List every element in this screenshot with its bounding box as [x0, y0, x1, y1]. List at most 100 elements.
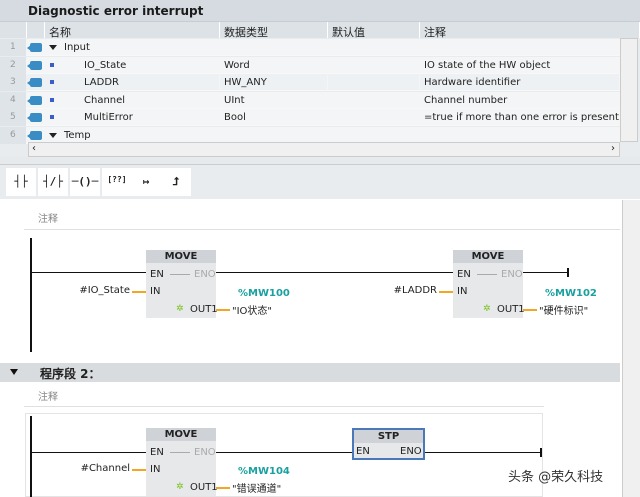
editor-scrollbar[interactable] — [622, 200, 640, 497]
default-cell[interactable] — [328, 109, 420, 127]
header-comment[interactable]: 注释 — [420, 22, 640, 39]
block-title: STP — [354, 430, 423, 443]
stp-block[interactable]: STP EN ENO — [352, 428, 425, 460]
name-cell[interactable]: Input — [60, 39, 220, 56]
in-variable[interactable]: #IO_State — [79, 285, 130, 296]
rung-end — [540, 448, 542, 457]
out-symbol[interactable]: "IO状态" — [232, 302, 272, 317]
input-param-icon — [27, 78, 42, 88]
row-number: 3 — [0, 74, 26, 92]
in-variable[interactable]: #LADDR — [394, 285, 437, 296]
power-rail — [30, 416, 32, 497]
type-cell[interactable] — [220, 39, 328, 56]
name-cell[interactable]: MultiError — [80, 109, 220, 127]
table-row[interactable]: 2 IO_State Word IO state of the HW objec… — [0, 56, 620, 74]
table-vertical-scrollbar[interactable] — [620, 38, 638, 142]
coil-button[interactable]: ─()─ — [70, 168, 100, 196]
out-symbol[interactable]: "硬件标识" — [539, 302, 588, 317]
network-2-header[interactable]: 程序段 2： — [0, 363, 620, 382]
en-eno-link — [477, 274, 497, 275]
eno-pin[interactable]: ENO — [501, 269, 523, 280]
default-cell[interactable] — [328, 74, 420, 92]
input-param-icon — [27, 60, 42, 70]
out-pin[interactable]: OUT1 — [190, 304, 218, 315]
default-cell[interactable] — [328, 39, 420, 56]
en-pin[interactable]: EN — [457, 269, 471, 280]
out-wire — [523, 309, 537, 311]
name-cell[interactable]: IO_State — [80, 56, 220, 74]
name-cell[interactable]: LADDR — [80, 74, 220, 92]
comment-cell[interactable]: Hardware identifier — [420, 74, 620, 92]
header-icon — [27, 22, 45, 38]
collapse-triangle-icon[interactable] — [10, 369, 18, 375]
table-row[interactable]: 3 LADDR HW_ANY Hardware identifier — [0, 74, 620, 92]
in-variable[interactable]: #Channel — [81, 463, 130, 474]
out-symbol[interactable]: "错误通道" — [232, 480, 281, 495]
rung — [216, 452, 352, 453]
pane-splitter[interactable] — [0, 157, 640, 165]
divider — [24, 406, 544, 407]
normally-open-contact-button[interactable]: ┤├ — [6, 168, 36, 196]
move-block[interactable]: MOVE EN ENO IN ✲ OUT1 — [146, 428, 218, 496]
comment-cell[interactable] — [420, 39, 620, 56]
header-default[interactable]: 默认值 — [328, 22, 420, 39]
eno-pin[interactable]: ENO — [194, 447, 216, 458]
network-1-comment[interactable]: 注释 — [38, 210, 58, 225]
eno-pin[interactable]: ENO — [400, 446, 422, 457]
table-row[interactable]: 5 MultiError Bool =true if more than one… — [0, 109, 620, 127]
table-row[interactable]: 4 Channel UInt Channel number — [0, 91, 620, 109]
header-name[interactable]: 名称 — [45, 22, 220, 39]
rung — [425, 452, 541, 453]
type-cell[interactable]: UInt — [220, 91, 328, 109]
output-marker-icon: ✲ — [176, 304, 184, 314]
eno-pin[interactable]: ENO — [194, 269, 216, 280]
param-marker-icon — [50, 97, 54, 102]
network-2-title: 程序段 2： — [40, 367, 101, 381]
expand-triangle-icon[interactable] — [49, 133, 57, 138]
param-marker-icon — [50, 80, 54, 85]
expand-triangle-icon[interactable] — [49, 45, 57, 50]
in-pin[interactable]: IN — [150, 286, 160, 297]
out-pin[interactable]: OUT1 — [190, 482, 218, 493]
move-block[interactable]: MOVE EN ENO IN ✲ OUT1 — [146, 250, 218, 318]
type-cell[interactable]: Word — [220, 56, 328, 74]
table-row[interactable]: 1 Input — [0, 39, 620, 56]
rung-end — [567, 268, 569, 277]
comment-cell[interactable]: Channel number — [420, 91, 620, 109]
type-cell[interactable]: HW_ANY — [220, 74, 328, 92]
empty-box-button[interactable]: [??] — [102, 168, 132, 196]
in-pin[interactable]: IN — [150, 464, 160, 475]
power-rail — [30, 238, 32, 352]
out-pin[interactable]: OUT1 — [497, 304, 525, 315]
close-branch-button[interactable]: ⮥ — [161, 168, 191, 196]
output-marker-icon: ✲ — [176, 482, 184, 492]
en-eno-link — [170, 452, 190, 453]
out-address[interactable]: %MW104 — [238, 466, 290, 477]
name-cell[interactable]: Channel — [80, 91, 220, 109]
row-number: 5 — [0, 109, 26, 127]
comment-cell[interactable]: IO state of the HW object — [420, 56, 620, 74]
default-cell[interactable] — [328, 56, 420, 74]
en-pin[interactable]: EN — [356, 446, 370, 457]
network-2-comment[interactable]: 注释 — [38, 388, 58, 403]
out-address[interactable]: %MW100 — [238, 288, 290, 299]
input-param-icon — [27, 43, 42, 52]
en-pin[interactable]: EN — [150, 269, 164, 280]
type-cell[interactable]: Bool — [220, 109, 328, 127]
open-branch-button[interactable]: ↦ — [131, 168, 161, 196]
default-cell[interactable] — [328, 91, 420, 109]
in-wire — [439, 291, 453, 293]
row-number: 4 — [0, 91, 26, 109]
param-marker-icon — [50, 115, 54, 120]
table-horizontal-scrollbar[interactable]: ‹ › — [28, 142, 620, 157]
header-type[interactable]: 数据类型 — [220, 22, 328, 39]
in-wire — [132, 291, 146, 293]
divider — [24, 229, 620, 230]
out-address[interactable]: %MW102 — [545, 288, 597, 299]
move-block[interactable]: MOVE EN ENO IN ✲ OUT1 — [453, 250, 525, 318]
comment-cell[interactable]: =true if more than one error is present — [420, 109, 620, 127]
in-pin[interactable]: IN — [457, 286, 467, 297]
en-pin[interactable]: EN — [150, 447, 164, 458]
en-eno-link — [170, 274, 190, 275]
normally-closed-contact-button[interactable]: ┤/├ — [38, 168, 68, 196]
